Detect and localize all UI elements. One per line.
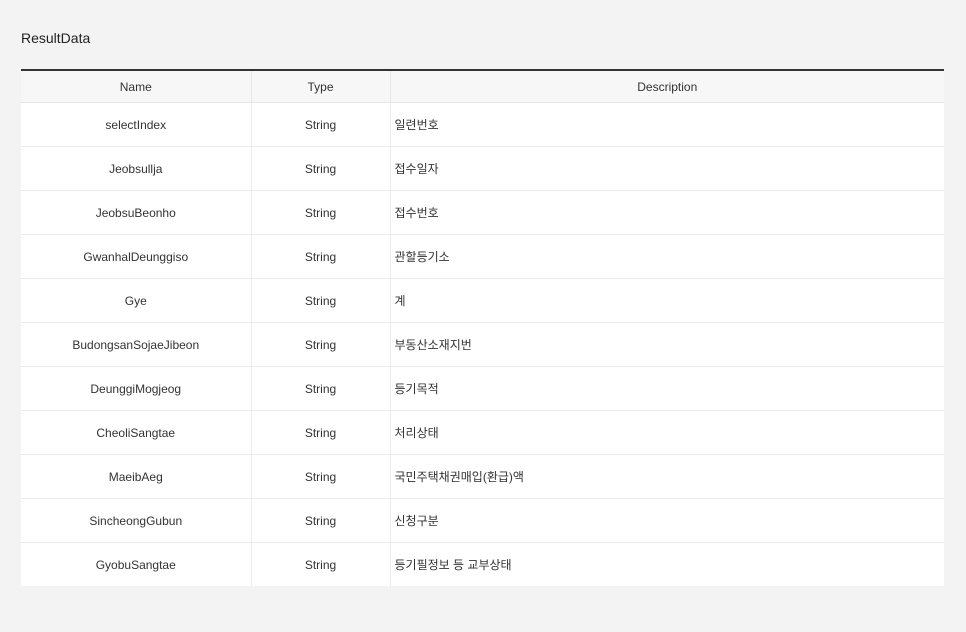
cell-type: String <box>251 366 391 411</box>
cell-description: 등기필정보 등 교부상태 <box>394 558 512 572</box>
cell-description: 계 <box>390 278 944 323</box>
result-data-table: Name Type Description selectIndex String… <box>21 69 944 586</box>
cell-type: String <box>251 234 391 279</box>
table-row: CheoliSangtae String 처리상태 <box>21 410 944 455</box>
cell-type: String <box>251 102 391 147</box>
header-row: Name Type Description <box>21 70 944 103</box>
table-row: JeobsuBeonho String 접수번호 <box>21 190 944 235</box>
result-data-table-container: Name Type Description selectIndex String… <box>21 69 944 586</box>
cell-name: GwanhalDeunggiso <box>21 234 252 279</box>
cell-name: CheoliSangtae <box>21 410 252 455</box>
table-row: BudongsanSojaeJibeon String 부동산소재지번 <box>21 322 944 367</box>
cell-name: Jeobsullja <box>21 146 252 191</box>
cell-description: 부동산소재지번 <box>390 322 944 367</box>
cell-description: 접수번호 <box>390 190 944 235</box>
column-header-type: Type <box>251 70 391 103</box>
cell-description: 등기목적 <box>390 366 944 411</box>
cell-name: SincheongGubun <box>21 498 252 543</box>
cell-name: Gye <box>21 278 252 323</box>
cell-type: String <box>251 410 391 455</box>
cell-type: String <box>251 278 391 323</box>
cell-description: 처리상태 <box>390 410 944 455</box>
cell-description: 국민주택채권매입(환급)액 <box>390 454 944 499</box>
cell-type: String <box>251 190 391 235</box>
cell-description: 관할등기소 <box>390 234 944 279</box>
table-row: Jeobsullja String 접수일자 <box>21 146 944 191</box>
cell-name: GyobuSangtae <box>21 542 252 586</box>
table-row: MaeibAeg String 국민주택채권매입(환급)액 <box>21 454 944 499</box>
cell-description: 신청구분 <box>390 498 944 543</box>
cell-type: String <box>251 542 391 586</box>
table-header: Name Type Description <box>21 70 944 103</box>
cell-description: 일련번호 <box>390 102 944 147</box>
cell-type: String <box>251 498 391 543</box>
section-title: ResultData <box>21 30 91 46</box>
cell-name: DeunggiMogjeog <box>21 366 252 411</box>
cell-type: String <box>251 454 391 499</box>
cell-type: String <box>251 146 391 191</box>
table-row: GyobuSangtae String 등기필정보 등 교부상태 <box>21 542 944 586</box>
column-header-description: Description <box>390 70 944 103</box>
table-row: SincheongGubun String 신청구분 <box>21 498 944 543</box>
cell-name: BudongsanSojaeJibeon <box>21 322 252 367</box>
table-row: DeunggiMogjeog String 등기목적 <box>21 366 944 411</box>
table-body: selectIndex String 일련번호 Jeobsullja Strin… <box>21 102 944 586</box>
cell-name: selectIndex <box>21 102 252 147</box>
table-row: Gye String 계 <box>21 278 944 323</box>
table-row: selectIndex String 일련번호 <box>21 102 944 147</box>
cell-name: MaeibAeg <box>21 454 252 499</box>
cell-type: String <box>251 322 391 367</box>
column-header-name: Name <box>21 70 252 103</box>
cell-name: JeobsuBeonho <box>21 190 252 235</box>
table-row: GwanhalDeunggiso String 관할등기소 <box>21 234 944 279</box>
cell-description: 접수일자 <box>390 146 944 191</box>
